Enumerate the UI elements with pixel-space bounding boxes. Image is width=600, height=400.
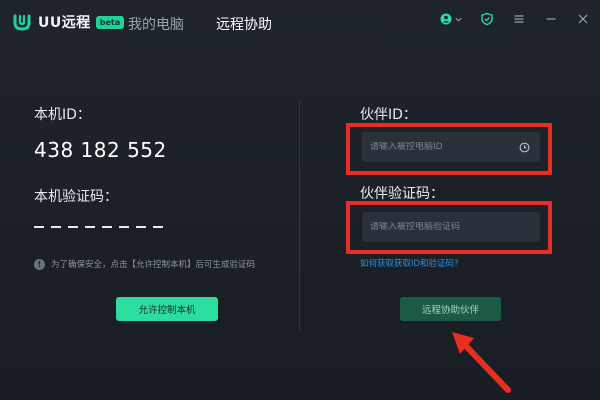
code-dash <box>136 226 146 228</box>
security-notice-text: 为了确保安全，点击【允许控制本机】后可生成验证码 <box>51 260 256 270</box>
local-code-label: 本机验证码： <box>34 189 118 205</box>
highlight-box-partner-code <box>346 201 552 254</box>
window-controls <box>439 12 590 26</box>
partner-id-label: 伙伴ID： <box>360 107 417 123</box>
uu-logo-icon <box>13 14 31 31</box>
highlight-box-partner-id <box>346 123 552 175</box>
code-dash <box>85 226 95 228</box>
panel-divider <box>299 100 300 330</box>
user-menu[interactable] <box>439 12 462 26</box>
code-dash <box>153 226 163 228</box>
close-icon[interactable] <box>576 12 590 26</box>
chevron-down-icon[interactable] <box>455 16 462 23</box>
code-dash <box>34 226 44 228</box>
security-notice: ! 为了确保安全，点击【允许控制本机】后可生成验证码 <box>34 258 255 270</box>
info-icon: ! <box>34 258 45 270</box>
code-dash <box>102 226 112 228</box>
shield-icon[interactable] <box>480 12 494 26</box>
allow-control-button[interactable]: 允许控制本机 <box>116 297 218 321</box>
annotation-arrow-icon <box>452 332 511 393</box>
app-window: UU远程 beta 我的电脑 远程协助 本机ID： 438 182 552 本机… <box>0 0 600 400</box>
beta-badge: beta <box>95 15 125 29</box>
brand: UU远程 beta <box>12 12 125 32</box>
local-code-placeholder <box>34 226 163 228</box>
help-link[interactable]: 如何获取获取ID和验证码？ <box>360 257 463 269</box>
code-dash <box>68 226 78 228</box>
minimize-icon[interactable] <box>544 12 558 26</box>
tab-my-computer[interactable]: 我的电脑 <box>128 14 184 34</box>
local-id-value: 438 182 552 <box>34 138 167 162</box>
partner-code-label: 伙伴验证码： <box>360 186 444 202</box>
tab-remote-assist[interactable]: 远程协助 <box>216 14 272 34</box>
user-icon[interactable] <box>439 12 453 26</box>
local-id-label: 本机ID： <box>34 107 91 123</box>
code-dash <box>119 226 129 228</box>
title-bar: UU远程 beta 我的电脑 远程协助 <box>0 0 600 44</box>
app-name: UU远程 <box>38 15 91 31</box>
menu-icon[interactable] <box>512 12 526 26</box>
code-dash <box>51 226 61 228</box>
